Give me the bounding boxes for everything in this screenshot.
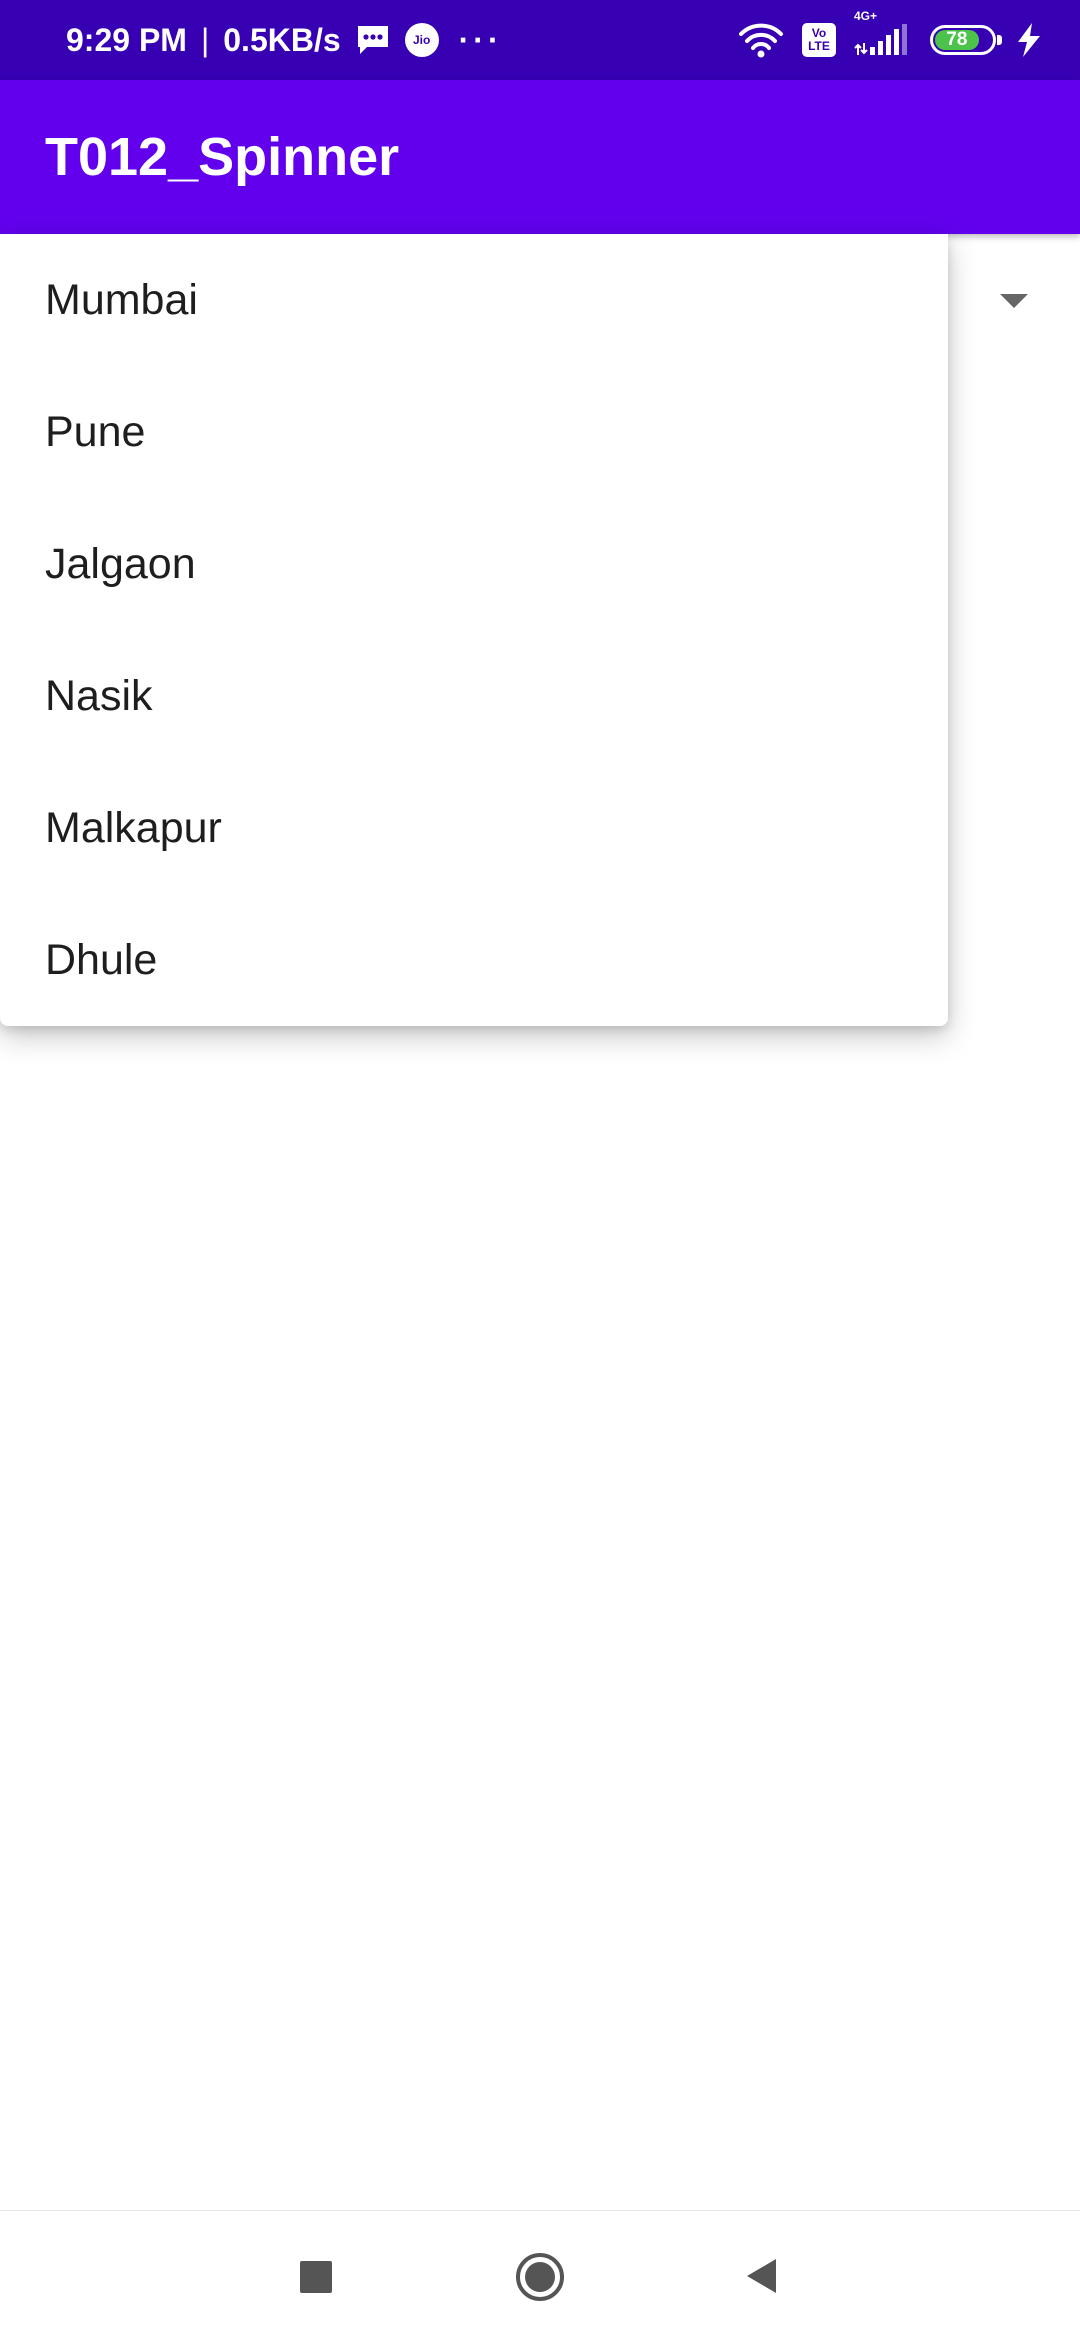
spinner-option-dhule[interactable]: Dhule <box>0 894 948 1026</box>
volte-line2: LTE <box>808 39 830 53</box>
volte-icon: Vo LTE <box>802 23 836 57</box>
message-icon <box>355 24 391 56</box>
spinner-option-malkapur[interactable]: Malkapur <box>0 762 948 894</box>
cellular-signal-icon: 4G+ <box>854 9 912 57</box>
home-circle-icon[interactable] <box>515 2252 565 2302</box>
network-type-label: 4G+ <box>854 9 878 23</box>
battery-fill: 78 <box>935 29 979 50</box>
app-bar: T012_Spinner <box>0 80 1080 234</box>
spinner-dropdown-list: Mumbai Pune Jalgaon Nasik Malkapur Dhule <box>0 234 948 1026</box>
app-title: T012_Spinner <box>45 127 400 187</box>
status-bar-left: 9:29 PM | 0.5KB/s Jio ··· <box>66 0 503 80</box>
status-bar: 9:29 PM | 0.5KB/s Jio ··· Vo LTE 4G+ 78 <box>0 0 1080 80</box>
battery-icon: 78 <box>930 25 1002 55</box>
battery-level: 78 <box>946 29 968 50</box>
recents-square-icon[interactable] <box>300 2261 332 2293</box>
navigation-bar <box>0 2210 1080 2341</box>
jio-icon-label: Jio <box>412 33 431 47</box>
wifi-icon <box>738 22 784 58</box>
clock: 9:29 PM <box>66 21 187 58</box>
spinner-option-pune[interactable]: Pune <box>0 366 948 498</box>
spinner-option-jalgaon[interactable]: Jalgaon <box>0 498 948 630</box>
spinner-option-nasik[interactable]: Nasik <box>0 630 948 762</box>
spinner-option-mumbai[interactable]: Mumbai <box>0 234 948 366</box>
status-separator: | <box>200 21 210 58</box>
jio-icon: Jio <box>404 23 439 57</box>
back-triangle-icon[interactable] <box>742 2256 782 2296</box>
charging-icon <box>1014 22 1044 58</box>
network-speed: 0.5KB/s <box>223 21 341 58</box>
spinner-dropdown-arrow-icon[interactable] <box>1000 294 1028 308</box>
more-notifications-icon: ··· <box>458 21 503 58</box>
status-bar-right: Vo LTE 4G+ 78 <box>738 0 1044 80</box>
battery-nub <box>997 35 1002 45</box>
